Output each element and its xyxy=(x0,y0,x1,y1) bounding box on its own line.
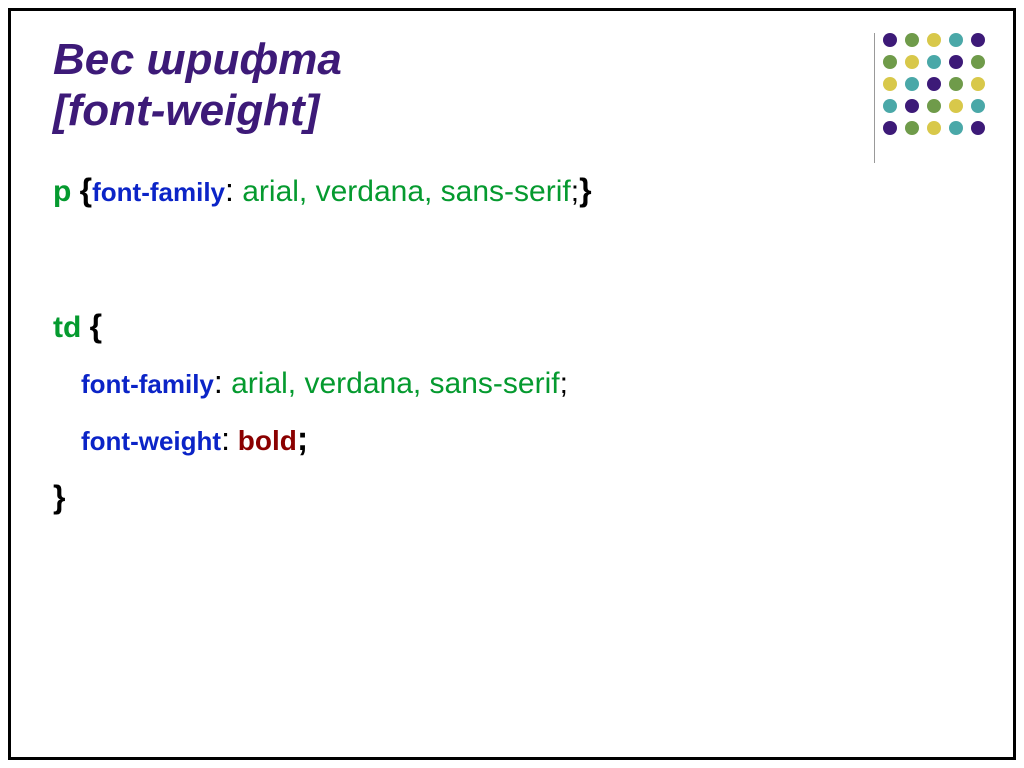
vertical-divider xyxy=(874,33,875,163)
rule2-line1: font-family: arial, verdana, sans-serif; xyxy=(53,358,971,406)
brace-open: { xyxy=(80,172,92,208)
title-line1: Вес шрифта xyxy=(53,35,342,84)
value: bold xyxy=(230,425,297,456)
selector: td xyxy=(53,311,81,344)
rule2-line2: font-weight: bold; xyxy=(53,414,971,465)
selector: p xyxy=(53,175,71,208)
property: font-family xyxy=(81,369,214,399)
semicolon: ; xyxy=(571,175,579,208)
slide-title: Вес шрифта [font-weight] xyxy=(53,35,971,136)
colon: : xyxy=(214,364,223,400)
colon: : xyxy=(221,421,230,457)
rule2-close: } xyxy=(53,473,971,521)
brace-close: } xyxy=(579,172,591,208)
decorative-dots xyxy=(883,33,985,143)
property: font-weight xyxy=(81,426,221,456)
semicolon: ; xyxy=(560,367,568,400)
slide-frame: Вес шрифта [font-weight] p {font-family:… xyxy=(8,8,1016,760)
property: font-family xyxy=(92,177,225,207)
rule1: p {font-family: arial, verdana, sans-ser… xyxy=(53,166,971,214)
value: arial, verdana, sans-serif xyxy=(223,367,560,400)
brace-open: { xyxy=(90,308,102,344)
rule2-open: td { xyxy=(53,302,971,350)
value: arial, verdana, sans-serif xyxy=(234,175,571,208)
semicolon: ; xyxy=(297,420,308,458)
brace-close: } xyxy=(53,479,65,515)
colon: : xyxy=(225,172,234,208)
title-line2: [font-weight] xyxy=(53,86,319,135)
